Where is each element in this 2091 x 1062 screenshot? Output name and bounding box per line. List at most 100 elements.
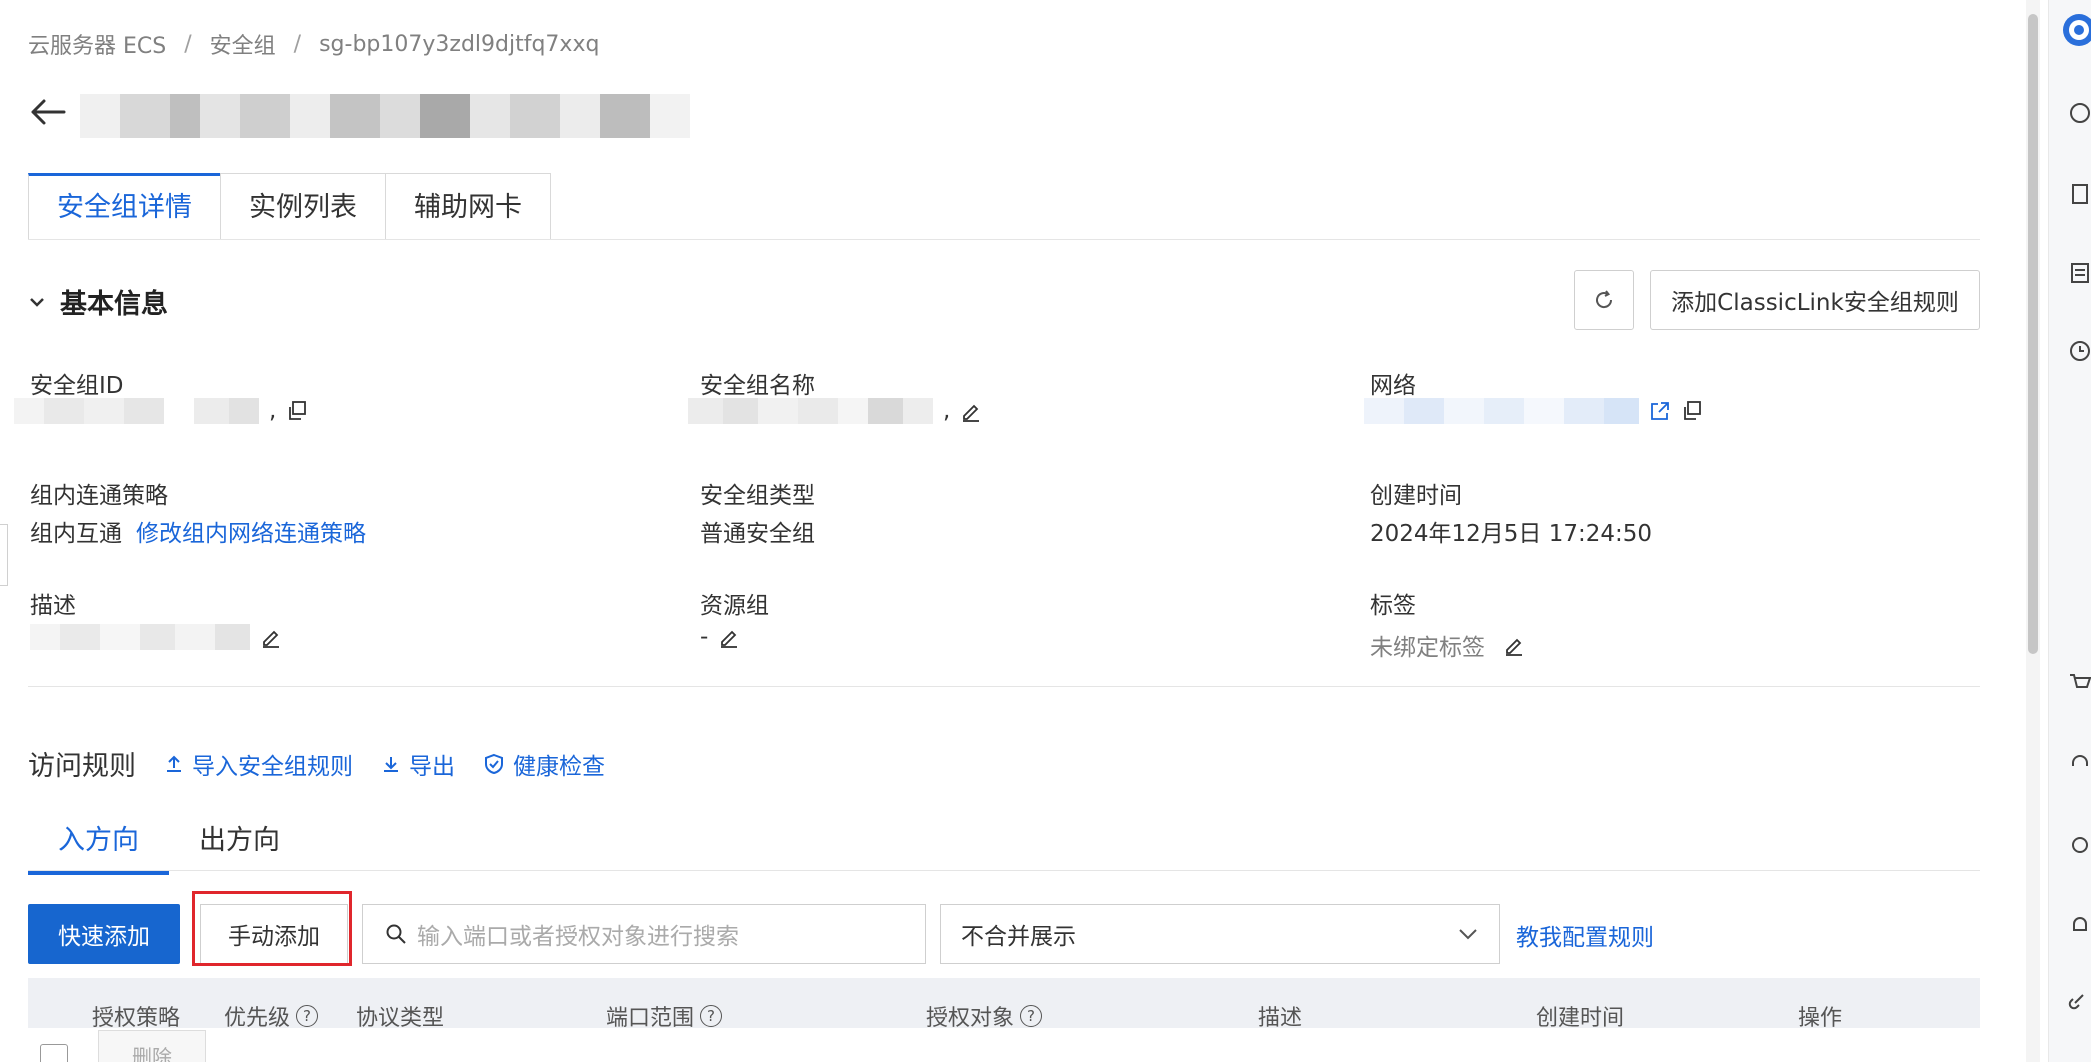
tags-text: 未绑定标签 [1370,635,1485,661]
sg-name-label: 安全组名称 [700,373,815,399]
col-actions: 操作 [1798,1000,1842,1028]
help-icon[interactable]: ? [1020,1005,1043,1027]
highlight-box [192,891,352,966]
col-created-time-label: 创建时间 [1536,1006,1625,1028]
clock-icon[interactable] [2065,336,2091,366]
shield-check-icon [485,753,503,774]
network-label: 网络 [1370,373,1416,399]
col-auth-object-label: 授权对象 [926,1006,1015,1028]
download-icon [384,756,398,772]
select-all-checkbox[interactable] [40,1044,68,1062]
edit-icon[interactable] [1503,634,1525,656]
sg-id-label: 安全组ID [30,373,124,399]
col-description: 描述 [1258,1000,1302,1028]
add-classiclink-rule-button[interactable]: 添加ClassicLink安全组规则 [1650,270,1980,330]
merge-display-value: 不合并展示 [961,924,1076,950]
copy-icon[interactable] [1681,400,1703,422]
resource-group-label: 资源组 [700,593,769,619]
tabs-divider [28,239,1980,240]
breadcrumb-separator: / [184,31,192,57]
tags-label: 标签 [1370,593,1416,619]
export-link[interactable]: 导出 [381,747,455,781]
resource-group-value: - [700,624,740,650]
col-port-range-label: 端口范围 [606,1006,695,1028]
sg-id-suffix: , [269,398,277,424]
cart-icon[interactable] [2065,668,2091,698]
import-rules-label: 导入安全组规则 [192,753,353,780]
breadcrumb-item-security-group[interactable]: 安全组 [210,28,276,60]
resource-group-text: - [700,624,709,650]
settings-icon[interactable] [2065,830,2091,860]
basic-info-header[interactable]: 基本信息 [28,282,168,321]
rule-search-input[interactable]: 输入端口或者授权对象进行搜索 [362,904,926,964]
health-check-link[interactable]: 健康检查 [483,747,605,781]
col-created-time: 创建时间 [1536,1000,1624,1028]
tab-secondary-eni[interactable]: 辅助网卡 [385,173,551,240]
sg-type-label: 安全组类型 [700,483,815,509]
col-priority-label: 优先级 [224,1006,291,1028]
right-side-rail [2048,0,2091,1062]
tab-inbound[interactable]: 入方向 [28,818,169,875]
section-title: 基本信息 [60,289,168,320]
tags-value: 未绑定标签 [1370,628,1525,662]
edit-icon[interactable] [960,400,982,422]
intra-policy-value: 组内互通 修改组内网络连通策略 [30,514,366,548]
support-icon[interactable] [2065,750,2091,780]
chat-icon[interactable] [2065,98,2091,128]
breadcrumb: 云服务器 ECS / 安全组 / sg-bp107y3zdl9djtfq7xxq [28,28,599,60]
col-priority: 优先级? [224,1000,319,1028]
assistant-avatar-icon[interactable] [2061,12,2091,48]
upload-icon [167,755,181,772]
quick-add-button[interactable]: 快速添加 [28,904,180,964]
external-link-icon[interactable] [1649,400,1671,422]
chevron-down-icon [30,297,44,307]
scrollbar-thumb[interactable] [2028,14,2038,654]
rules-table-header: 授权策略 优先级? 协议类型 端口范围? 授权对象? 描述 创建时间 操作 [28,978,1980,1028]
breadcrumb-item-ecs[interactable]: 云服务器 ECS [28,28,166,60]
sg-id-redacted [14,398,259,424]
back-arrow-icon[interactable] [28,92,68,132]
help-icon[interactable]: ? [700,1005,723,1027]
description-label: 描述 [30,593,76,619]
tab-sg-details[interactable]: 安全组详情 [28,173,221,240]
teach-config-link[interactable]: 教我配置规则 [1516,918,1654,952]
network-redacted[interactable] [1364,398,1639,424]
col-auth-policy-label: 授权策略 [92,1006,181,1028]
created-time-label: 创建时间 [1370,483,1462,509]
search-placeholder: 输入端口或者授权对象进行搜索 [417,924,739,950]
intra-policy-label: 组内连通策略 [30,483,168,509]
delete-button[interactable]: 删除 [98,1030,206,1062]
intra-policy-text: 组内互通 [30,521,122,547]
access-rules-title: 访问规则 [28,751,136,782]
network-value [1364,398,1703,424]
tab-instance-list[interactable]: 实例列表 [220,173,386,240]
checklist-icon[interactable] [2065,258,2091,288]
sg-id-value: , [14,398,308,424]
document-icon[interactable] [2065,180,2091,210]
direction-tabs: 入方向 出方向 [28,818,310,875]
tab-outbound[interactable]: 出方向 [169,818,310,875]
modify-intra-policy-link[interactable]: 修改组内网络连通策略 [136,514,366,548]
link-icon[interactable] [2065,985,2091,1015]
refresh-button[interactable] [1574,270,1634,330]
edit-icon[interactable] [260,626,282,648]
chevron-down-icon [1459,929,1477,940]
breadcrumb-item-sg-id: sg-bp107y3zdl9djtfq7xxq [319,31,600,57]
section-divider [28,686,1980,687]
import-rules-link[interactable]: 导入安全组规则 [164,747,353,781]
col-auth-object: 授权对象? [926,1000,1043,1028]
edit-icon[interactable] [718,626,740,648]
col-description-label: 描述 [1258,1006,1303,1028]
notification-icon[interactable] [2065,910,2091,940]
refresh-icon [1596,290,1613,309]
health-check-label: 健康检查 [513,753,605,780]
merge-display-select[interactable]: 不合并展示 [940,904,1500,964]
left-collapse-handle[interactable] [0,524,8,586]
sg-name-redacted [688,398,933,424]
search-icon [386,924,406,944]
help-icon[interactable]: ? [296,1005,319,1027]
sg-name-value: , [688,398,982,424]
description-redacted [30,624,250,650]
copy-icon[interactable] [286,400,308,422]
sg-type-value: 普通安全组 [700,521,815,547]
